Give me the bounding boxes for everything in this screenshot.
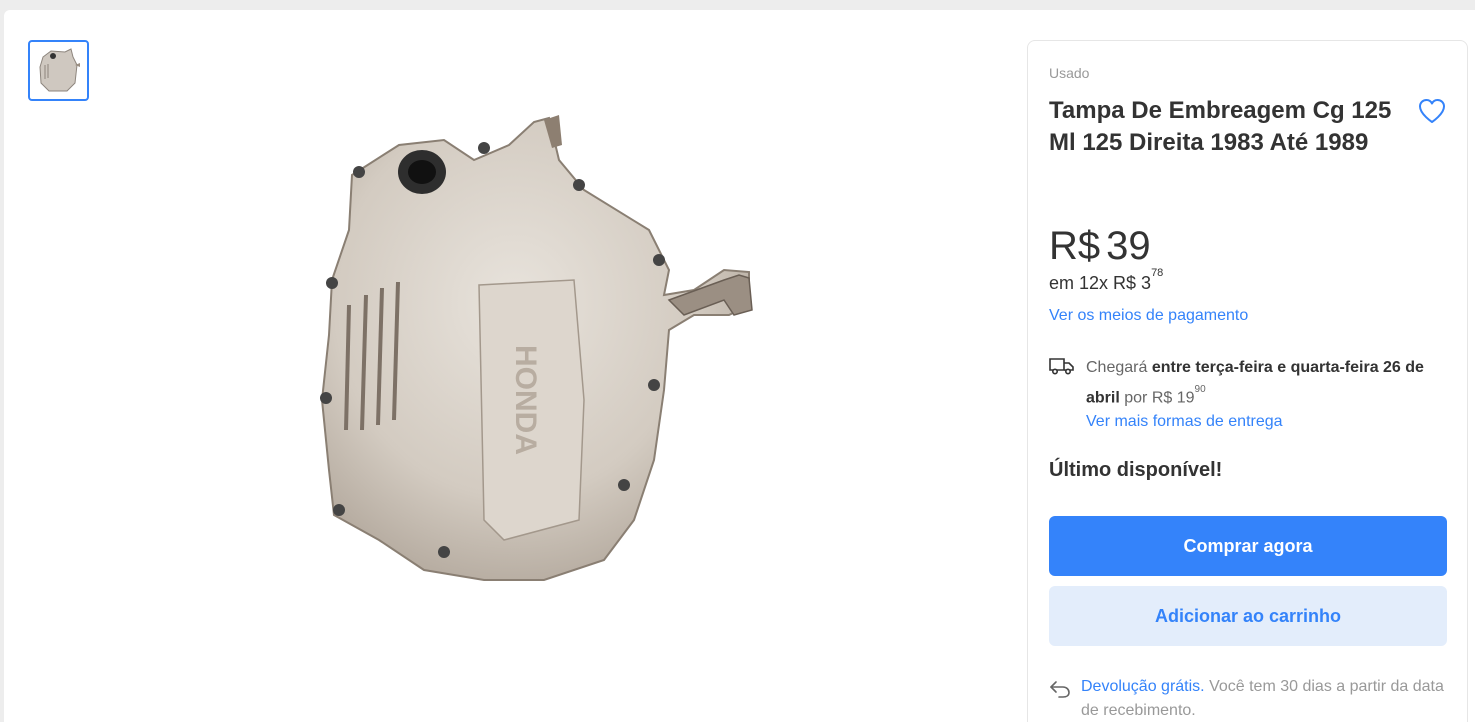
buy-box: Usado Tampa De Embreagem Cg 125 Ml 125 D…: [1027, 40, 1468, 722]
return-arrow-icon: [1050, 681, 1070, 698]
free-returns-link[interactable]: Devolução grátis.: [1081, 678, 1205, 695]
price: R$ 39: [1049, 223, 1151, 269]
returns-info: Devolução grátis. Você tem 30 dias a par…: [1081, 675, 1451, 722]
heart-icon[interactable]: [1417, 97, 1447, 125]
price-value: 39: [1106, 224, 1151, 268]
stock-status: Último disponível!: [1049, 459, 1223, 481]
installments-cents: 78: [1151, 267, 1164, 279]
shipping-lead: Chegará: [1086, 359, 1148, 376]
payment-methods-link[interactable]: Ver os meios de pagamento: [1049, 307, 1248, 325]
shipping-price: por R$ 19: [1124, 389, 1195, 407]
buy-now-button[interactable]: Comprar agora: [1049, 516, 1447, 576]
installments: em 12x R$ 378: [1049, 267, 1163, 294]
truck-icon: [1049, 358, 1074, 375]
more-shipping-options-link[interactable]: Ver mais formas de entrega: [1086, 413, 1283, 431]
add-to-cart-button[interactable]: Adicionar ao carrinho: [1049, 586, 1447, 646]
installments-amount: em 12x R$ 3: [1049, 273, 1152, 293]
shipping-info: Chegará entre terça-feira e quarta-feira…: [1086, 355, 1446, 411]
product-title: Tampa De Embreagem Cg 125 Ml 125 Direita…: [1049, 97, 1392, 156]
svg-text:HONDA: HONDA: [509, 345, 542, 455]
main-product-image[interactable]: HONDA: [304, 100, 784, 680]
product-thumbnail[interactable]: [28, 40, 89, 101]
shipping-cents: 90: [1194, 384, 1206, 395]
condition-label: Usado: [1049, 65, 1090, 81]
thumbnail-image: [38, 47, 80, 91]
product-page-card: HONDA Usado Tampa De Embreagem Cg 125 Ml…: [4, 10, 1475, 722]
price-currency: R$: [1049, 224, 1101, 268]
